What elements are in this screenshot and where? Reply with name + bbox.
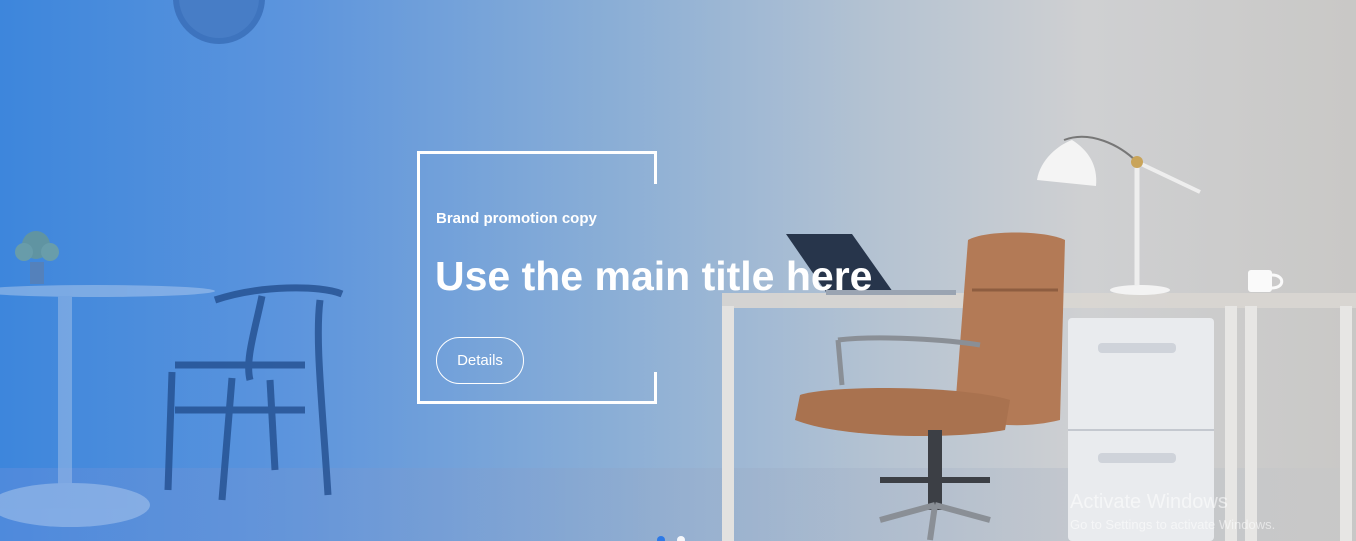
frame-left-border xyxy=(417,151,420,404)
frame-top-border xyxy=(417,151,657,154)
watermark-subtitle: Go to Settings to activate Windows. xyxy=(1070,517,1276,532)
round-table xyxy=(0,285,215,527)
activate-windows-watermark: Activate Windows Go to Settings to activ… xyxy=(1070,490,1275,534)
promo-copy: Brand promotion copy xyxy=(436,210,597,227)
frame-bottom-border xyxy=(417,401,657,404)
hero-banner: Brand promotion copy Use the main title … xyxy=(0,0,1356,541)
plant-icon xyxy=(15,231,59,284)
wooden-chair xyxy=(164,284,344,501)
main-title: Use the main title here xyxy=(435,253,873,299)
watermark-title: Activate Windows xyxy=(1070,491,1228,513)
wall-clock-icon xyxy=(173,0,265,44)
frame-right-bottom-border xyxy=(654,372,657,404)
mug-icon xyxy=(1248,270,1284,292)
frame-right-top-border xyxy=(654,151,657,184)
carousel-dot-1[interactable] xyxy=(657,536,665,541)
details-button[interactable]: Details xyxy=(436,337,524,384)
carousel-dot-2[interactable] xyxy=(677,536,685,541)
carousel-indicators xyxy=(657,536,685,541)
